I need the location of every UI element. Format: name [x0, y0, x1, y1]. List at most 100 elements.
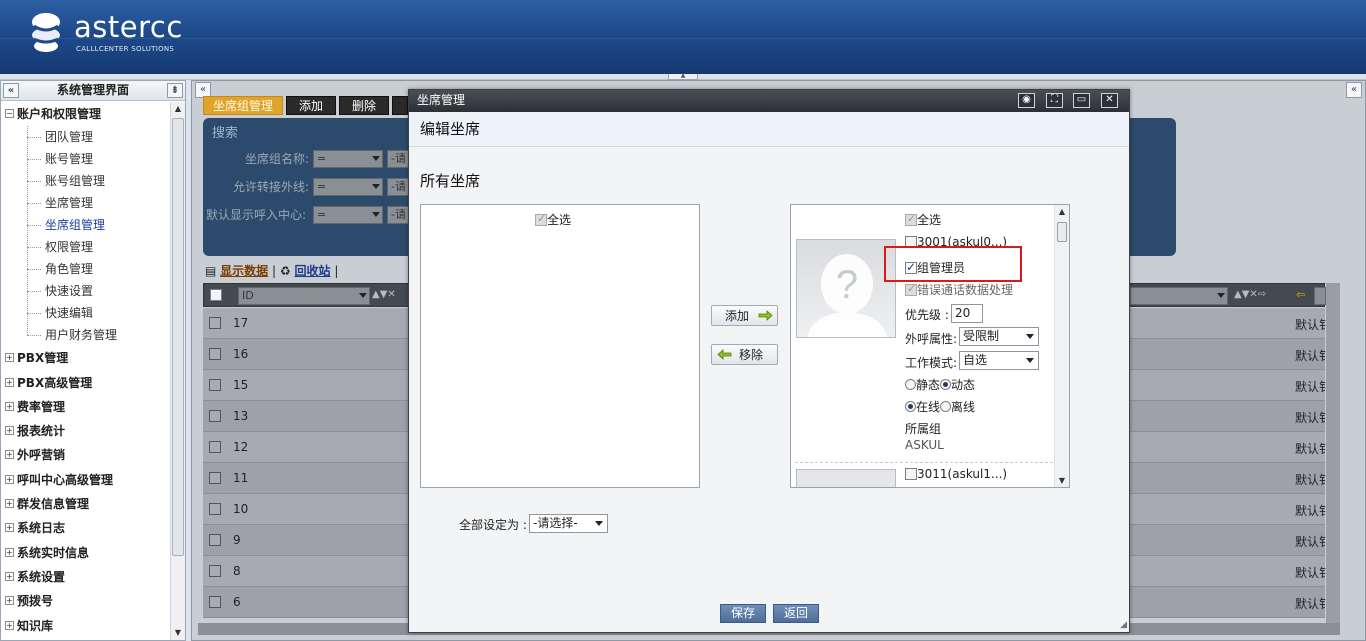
- offline-radio[interactable]: [940, 401, 952, 412]
- sidebar-item-3[interactable]: + 费率管理: [1, 395, 170, 419]
- sidebar-scroll-thumb[interactable]: [172, 118, 184, 556]
- sidebar-subitem-9[interactable]: 用户财务管理: [1, 324, 170, 346]
- sidebar-subitem-2[interactable]: 账号组管理: [1, 170, 170, 192]
- resize-grip-icon[interactable]: ◢: [1120, 620, 1127, 630]
- sidebar-subitem-7[interactable]: 快速设置: [1, 280, 170, 302]
- more-button-bg[interactable]: [392, 96, 408, 115]
- scroll-thumb[interactable]: [1057, 222, 1067, 242]
- sidebar-subitem-4[interactable]: 坐席组管理: [1, 214, 170, 236]
- show-data-link[interactable]: 显示数据: [220, 264, 268, 278]
- add-agent-button[interactable]: 添加: [711, 305, 778, 326]
- sidebar-item-11[interactable]: + 预拨号: [1, 589, 170, 613]
- sidebar-item-9[interactable]: + 系统实时信息: [1, 541, 170, 565]
- left-select-all[interactable]: 全选: [535, 211, 571, 228]
- expand-plus-icon[interactable]: +: [5, 523, 14, 533]
- scroll-up-icon[interactable]: ▲: [1055, 207, 1069, 216]
- static-radio[interactable]: [905, 379, 916, 390]
- delete-button-bg[interactable]: 删除: [339, 96, 389, 115]
- recycle-bin-link[interactable]: 回收站: [294, 264, 330, 278]
- expand-plus-icon[interactable]: +: [5, 450, 14, 460]
- row-checkbox[interactable]: [209, 534, 221, 546]
- sort-icons[interactable]: ▲▼✕: [372, 289, 396, 300]
- sidebar-item-12[interactable]: + 知识库: [1, 614, 170, 638]
- sidebar-item-2[interactable]: + PBX高级管理: [1, 371, 170, 395]
- tab-agent-group-management[interactable]: 坐席组管理: [203, 96, 283, 115]
- sidebar-item-0[interactable]: − 账户和权限管理: [1, 102, 170, 126]
- expand-plus-icon[interactable]: +: [5, 499, 14, 509]
- sidebar-collapse-icon[interactable]: «: [3, 83, 19, 98]
- sidebar-scrollbar[interactable]: ▲ ▼: [170, 102, 185, 640]
- online-radio[interactable]: [905, 401, 916, 412]
- grid-scrollbar[interactable]: [1326, 283, 1340, 623]
- sidebar-item-8[interactable]: + 系统日志: [1, 516, 170, 540]
- row-checkbox[interactable]: [209, 379, 221, 391]
- grid-column-selector-2[interactable]: [1130, 287, 1228, 305]
- sidebar-pin-icon[interactable]: ⇟: [167, 83, 183, 98]
- row-checkbox[interactable]: [209, 348, 221, 360]
- search-operator-transfer[interactable]: =: [313, 178, 383, 196]
- error-call-row[interactable]: 错误通话数据处理: [905, 281, 1013, 298]
- expand-plus-icon[interactable]: +: [5, 596, 14, 606]
- expand-plus-icon[interactable]: +: [5, 353, 14, 363]
- grid-column-selector-3[interactable]: [1314, 287, 1326, 305]
- row-checkbox[interactable]: [209, 596, 221, 608]
- grid-select-all-checkbox[interactable]: [210, 289, 222, 301]
- sidebar-subitem-5[interactable]: 权限管理: [1, 236, 170, 258]
- expand-plus-icon[interactable]: +: [5, 474, 14, 484]
- grid-column-selector[interactable]: ID: [238, 287, 370, 305]
- sidebar-item-10[interactable]: + 系统设置: [1, 565, 170, 589]
- sidebar-subitem-6[interactable]: 角色管理: [1, 258, 170, 280]
- expand-plus-icon[interactable]: +: [5, 426, 14, 436]
- back-button[interactable]: 返回: [773, 604, 819, 623]
- dialog-maximize-icon[interactable]: ▭: [1073, 93, 1090, 108]
- agent-2-row[interactable]: 3011(askul1...): [905, 467, 1007, 481]
- collapse-minus-icon[interactable]: −: [5, 109, 14, 118]
- scroll-up-icon[interactable]: ▲: [171, 102, 185, 116]
- priority-input[interactable]: 20: [951, 304, 983, 323]
- expand-plus-icon[interactable]: +: [5, 377, 14, 387]
- set-all-select[interactable]: -请选择-: [529, 514, 608, 533]
- dialog-fullscreen-icon[interactable]: ⛶: [1046, 93, 1063, 108]
- search-operator-inbound-center[interactable]: =: [313, 206, 383, 224]
- row-checkbox[interactable]: [209, 317, 221, 329]
- expand-plus-icon[interactable]: +: [5, 547, 14, 557]
- dialog-record-icon[interactable]: ◉: [1018, 93, 1035, 108]
- search-operator-group-name[interactable]: =: [313, 150, 383, 168]
- scroll-down-icon[interactable]: ▼: [1055, 476, 1069, 485]
- sidebar-subitem-0[interactable]: 团队管理: [1, 126, 170, 148]
- right-select-all[interactable]: 全选: [905, 211, 941, 228]
- sidebar-item-6[interactable]: + 呼叫中心高级管理: [1, 468, 170, 492]
- left-select-all-checkbox[interactable]: [535, 212, 547, 226]
- sort-icons-2[interactable]: ▲▼✕⇨: [1234, 289, 1266, 300]
- arrow-left-icon[interactable]: ⇦: [1296, 288, 1305, 301]
- expand-plus-icon[interactable]: +: [5, 571, 14, 581]
- sidebar-item-7[interactable]: + 群发信息管理: [1, 492, 170, 516]
- add-button-bg[interactable]: 添加: [286, 96, 336, 115]
- available-agents-list[interactable]: 全选: [420, 204, 700, 488]
- scroll-down-icon[interactable]: ▼: [171, 626, 185, 640]
- sidebar-item-5[interactable]: + 外呼营销: [1, 443, 170, 467]
- sidebar-subitem-1[interactable]: 账号管理: [1, 148, 170, 170]
- dialog-close-icon[interactable]: ✕: [1101, 93, 1118, 108]
- sidebar-subitem-8[interactable]: 快速编辑: [1, 302, 170, 324]
- work-mode-select[interactable]: 自选: [959, 351, 1039, 370]
- row-checkbox[interactable]: [209, 472, 221, 484]
- sidebar-item-4[interactable]: + 报表统计: [1, 419, 170, 443]
- expand-plus-icon[interactable]: +: [5, 401, 14, 411]
- expand-plus-icon[interactable]: +: [5, 620, 14, 630]
- save-button[interactable]: 保存: [720, 604, 766, 623]
- row-checkbox[interactable]: [209, 503, 221, 515]
- selected-agents-scrollbar[interactable]: ▲ ▼: [1054, 205, 1069, 487]
- agent-2-checkbox[interactable]: [905, 468, 917, 480]
- error-call-checkbox[interactable]: [905, 282, 917, 296]
- row-checkbox[interactable]: [209, 410, 221, 422]
- dynamic-radio[interactable]: [940, 379, 952, 390]
- outbound-select[interactable]: 受限制: [959, 327, 1039, 346]
- dialog-titlebar[interactable]: 坐席管理 ◉ ⛶ ▭ ✕: [409, 90, 1129, 112]
- row-checkbox[interactable]: [209, 441, 221, 453]
- main-collapse-right-icon[interactable]: «: [1346, 82, 1362, 98]
- right-select-all-checkbox[interactable]: [905, 212, 917, 226]
- sidebar-item-1[interactable]: + PBX管理: [1, 346, 170, 370]
- remove-agent-button[interactable]: 移除: [711, 344, 778, 365]
- sidebar-subitem-3[interactable]: 坐席管理: [1, 192, 170, 214]
